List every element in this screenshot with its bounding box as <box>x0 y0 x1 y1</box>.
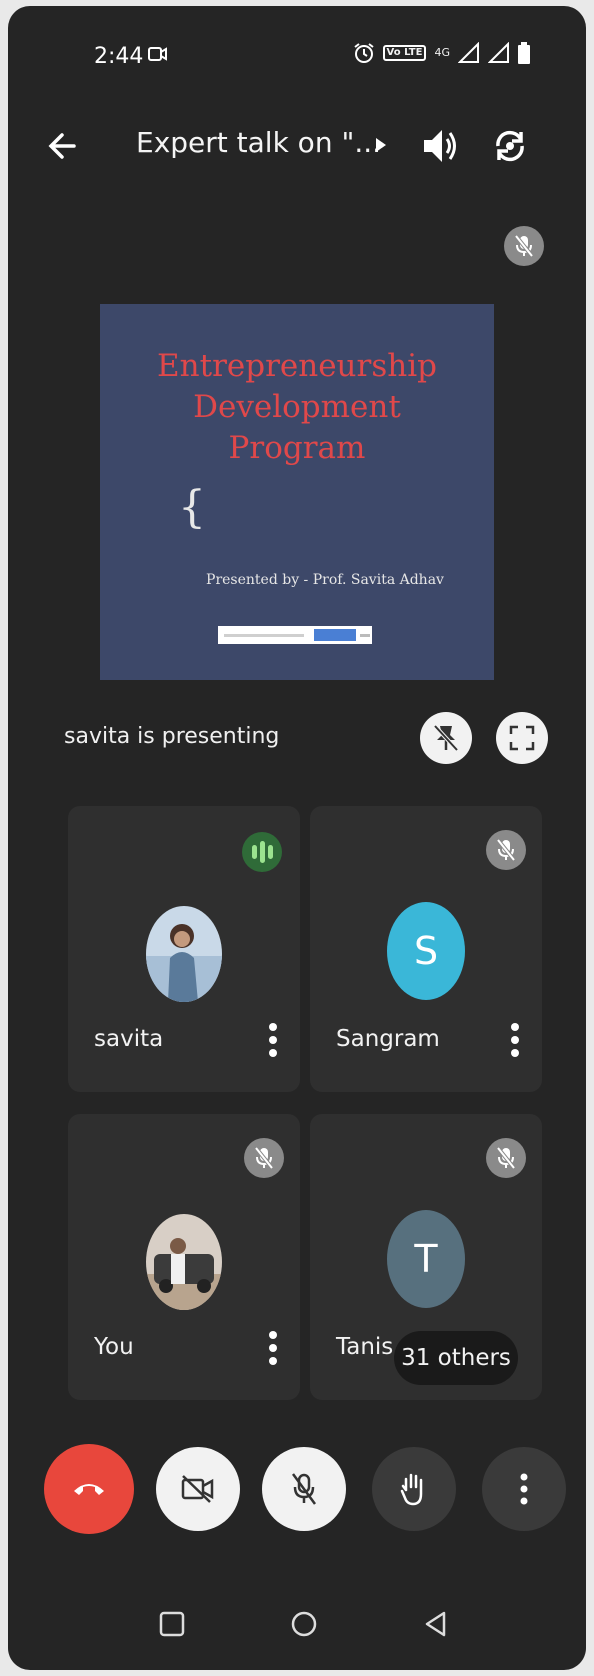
status-time: 2:44 <box>94 44 144 69</box>
unpin-button[interactable] <box>420 712 472 764</box>
avatar: S <box>387 902 465 1000</box>
back-arrow-icon[interactable] <box>42 126 82 166</box>
back-icon[interactable] <box>422 1610 450 1638</box>
slide-brace: { <box>178 482 206 533</box>
sharing-banner <box>218 626 372 644</box>
meet-screen: 2:44 Vo LTE 4G Expert talk on "... Entre… <box>8 6 586 1670</box>
slide-presenter: Presented by - Prof. Savita Adhav <box>206 572 444 588</box>
slide-title-line: Program <box>228 430 366 466</box>
end-call-button[interactable] <box>44 1444 134 1534</box>
participant-name: savita <box>94 1026 164 1052</box>
camera-toggle-button[interactable] <box>156 1447 240 1531</box>
participant-tile-sangram[interactable]: S Sangram <box>310 806 542 1092</box>
end-call-icon <box>74 1484 104 1495</box>
mic-off-icon <box>291 1473 317 1505</box>
top-bar: Expert talk on "... <box>8 116 586 176</box>
fullscreen-icon <box>509 725 535 751</box>
avatar <box>146 1214 222 1310</box>
flip-camera-icon[interactable] <box>490 124 530 168</box>
participant-tile-you[interactable]: You <box>68 1114 300 1400</box>
status-icons: Vo LTE 4G <box>353 42 530 64</box>
raise-hand-icon <box>400 1473 423 1506</box>
camera-off-icon <box>181 1475 214 1503</box>
alarm-icon <box>353 43 374 63</box>
speaker-icon[interactable] <box>420 124 460 168</box>
more-vert-icon[interactable] <box>510 1022 520 1058</box>
network-type: 4G <box>434 46 450 59</box>
mic-toggle-button[interactable] <box>262 1447 346 1531</box>
more-options-button[interactable] <box>482 1447 566 1531</box>
play-arrow-icon[interactable] <box>374 136 388 154</box>
avatar <box>146 906 222 1002</box>
recents-icon[interactable] <box>158 1610 186 1638</box>
participant-name: Tanis <box>336 1334 394 1360</box>
more-vert-icon[interactable] <box>268 1330 278 1366</box>
unpin-icon <box>433 724 459 752</box>
participant-name: You <box>94 1334 134 1360</box>
slide-title-line: Development <box>193 389 401 425</box>
meeting-title[interactable]: Expert talk on "... <box>136 126 381 159</box>
speaking-indicator-icon <box>242 832 282 872</box>
presenter-mic-off-icon <box>504 226 544 266</box>
presenting-label: savita is presenting <box>64 724 280 749</box>
signal-icon <box>458 42 479 63</box>
participant-name: Sangram <box>336 1026 440 1052</box>
fullscreen-button[interactable] <box>496 712 548 764</box>
signal-icon-2 <box>488 42 509 63</box>
mic-off-icon <box>486 830 526 870</box>
mic-off-icon <box>486 1138 526 1178</box>
shared-screen[interactable]: Entrepreneurship Development Program { P… <box>100 304 494 680</box>
home-icon[interactable] <box>290 1610 318 1638</box>
battery-icon <box>518 42 530 64</box>
more-vert-icon <box>520 1473 528 1505</box>
more-vert-icon[interactable] <box>268 1022 278 1058</box>
mic-off-icon <box>244 1138 284 1178</box>
avatar: T <box>387 1210 465 1308</box>
screen-record-icon <box>148 47 167 61</box>
slide-title: Entrepreneurship Development Program <box>100 346 494 469</box>
raise-hand-button[interactable] <box>372 1447 456 1531</box>
others-count-chip[interactable]: 31 others <box>394 1331 518 1385</box>
participant-tile-savita[interactable]: savita <box>68 806 300 1092</box>
volte-badge: Vo LTE <box>382 45 427 61</box>
slide-title-line: Entrepreneurship <box>157 348 437 384</box>
